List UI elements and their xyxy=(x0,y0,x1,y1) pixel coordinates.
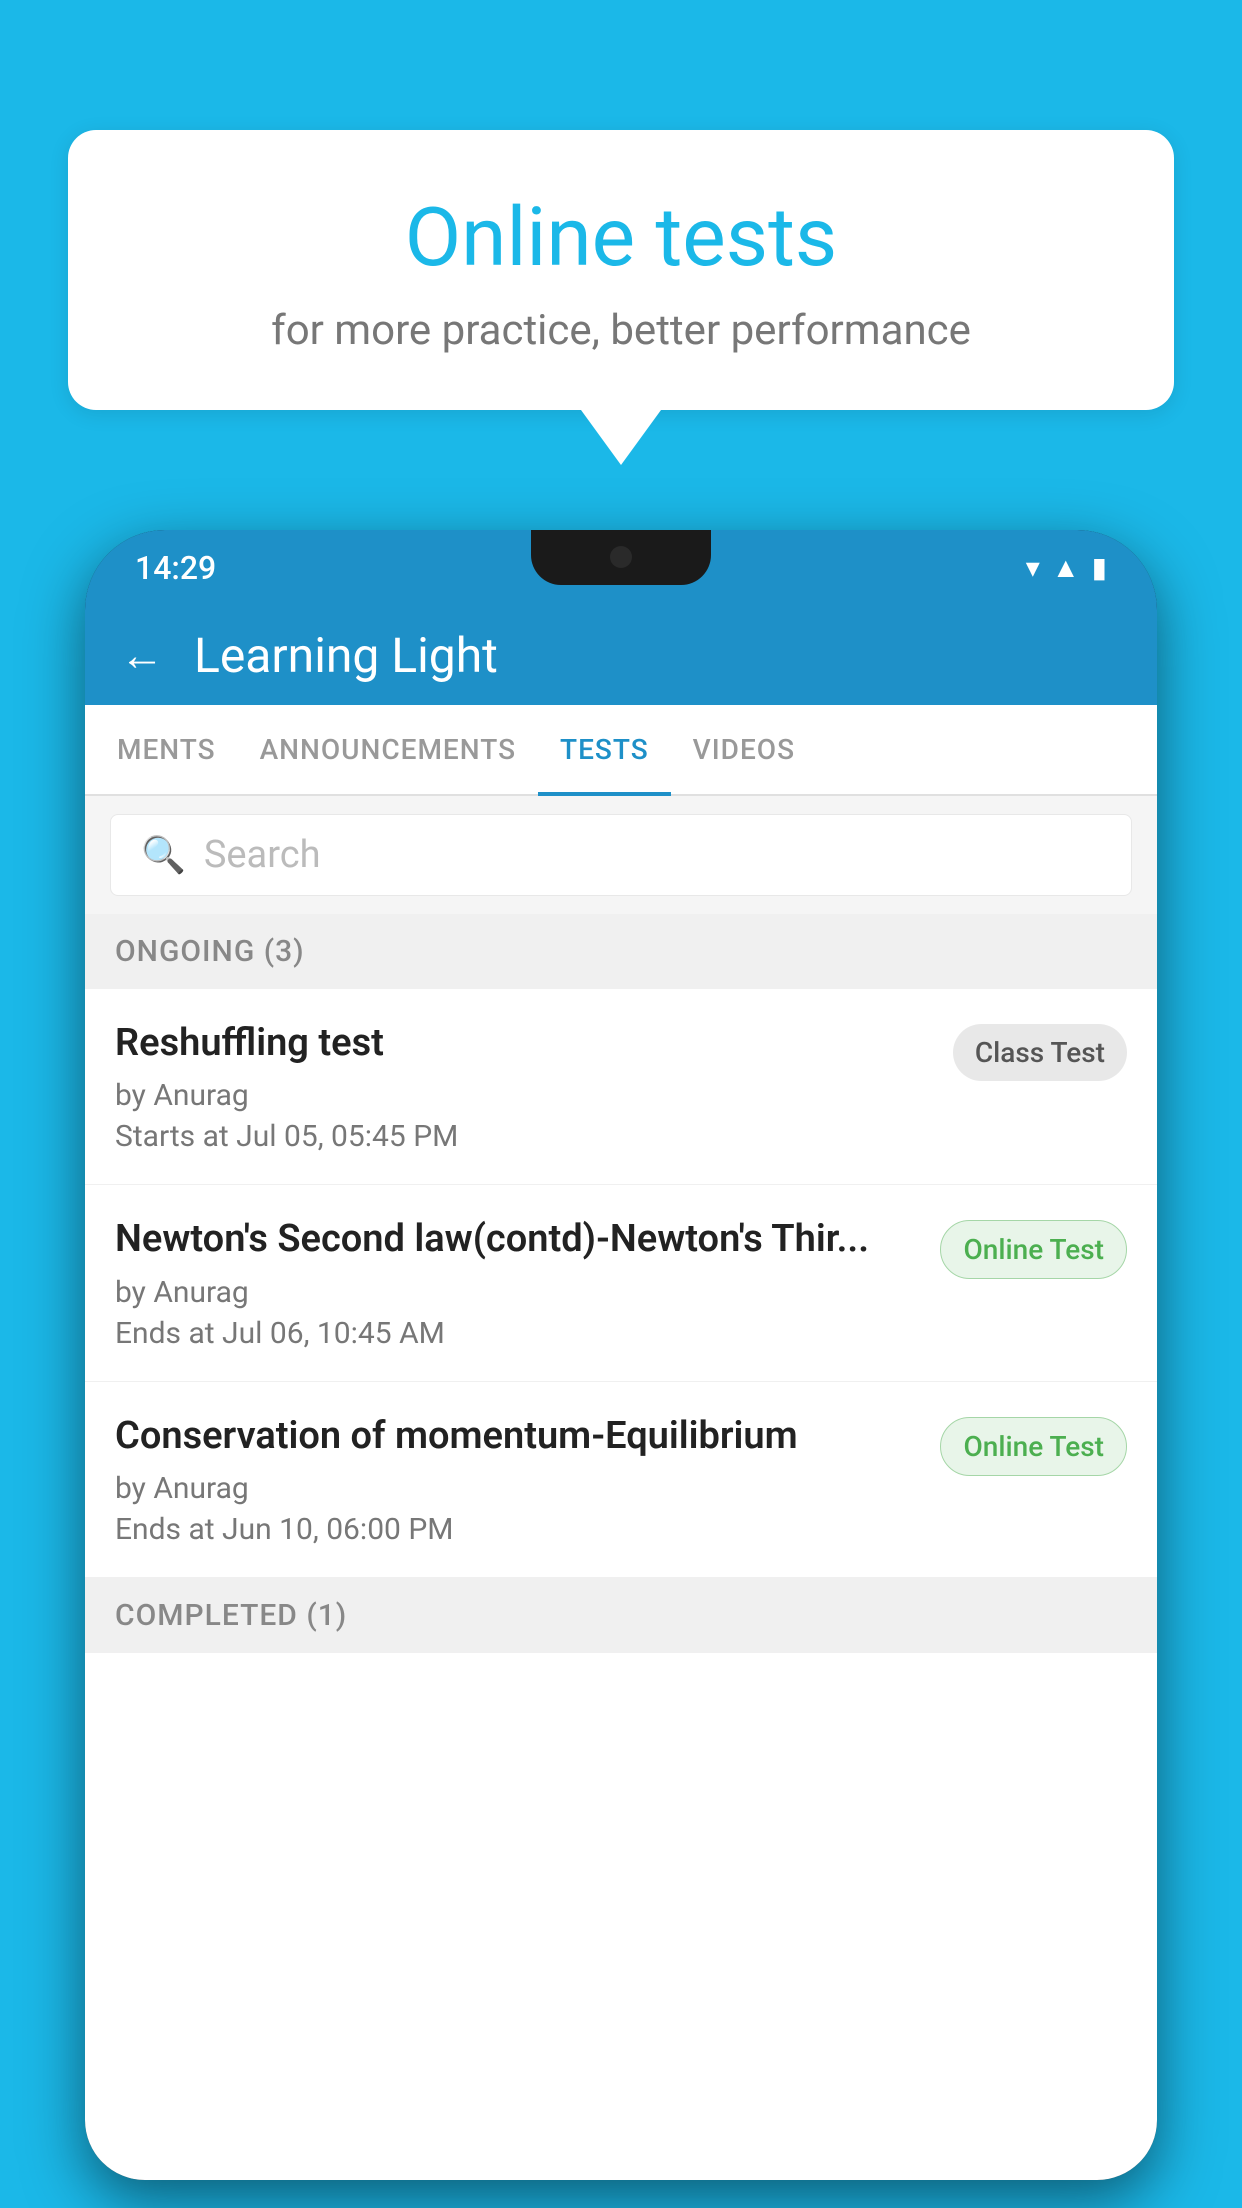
app-title: Learning Light xyxy=(194,627,498,684)
status-icons: ▾ ▲ ▮ xyxy=(1026,551,1107,584)
speech-bubble-tail xyxy=(581,410,661,465)
test-item[interactable]: Reshuffling test by Anurag Starts at Jul… xyxy=(85,989,1157,1185)
test-info: Reshuffling test by Anurag Starts at Jul… xyxy=(115,1019,953,1154)
test-author: by Anurag xyxy=(115,1078,933,1113)
app-header: ← Learning Light xyxy=(85,605,1157,705)
back-button[interactable]: ← xyxy=(120,629,164,681)
wifi-icon: ▾ xyxy=(1026,551,1040,584)
speech-bubble: Online tests for more practice, better p… xyxy=(68,130,1174,410)
test-name: Reshuffling test xyxy=(115,1019,933,1068)
bubble-subtitle: for more practice, better performance xyxy=(118,306,1124,355)
search-icon: 🔍 xyxy=(141,834,186,876)
test-name: Newton's Second law(contd)-Newton's Thir… xyxy=(115,1215,920,1264)
signal-icon: ▲ xyxy=(1052,551,1080,584)
status-time: 14:29 xyxy=(135,549,216,587)
test-info: Conservation of momentum-Equilibrium by … xyxy=(115,1412,940,1547)
test-author: by Anurag xyxy=(115,1275,920,1310)
tab-tests[interactable]: TESTS xyxy=(538,705,671,794)
test-author: by Anurag xyxy=(115,1471,920,1506)
test-item[interactable]: Conservation of momentum-Equilibrium by … xyxy=(85,1382,1157,1578)
test-time: Ends at Jun 10, 06:00 PM xyxy=(115,1512,920,1547)
speech-bubble-section: Online tests for more practice, better p… xyxy=(68,130,1174,465)
phone-frame: 14:29 ▾ ▲ ▮ ← Learning Light MENTS ANNOU… xyxy=(85,530,1157,2180)
search-placeholder: Search xyxy=(204,833,321,877)
tab-ments[interactable]: MENTS xyxy=(95,705,238,794)
search-container: 🔍 Search xyxy=(85,796,1157,914)
bubble-title: Online tests xyxy=(118,190,1124,286)
phone-notch xyxy=(531,530,711,585)
test-item[interactable]: Newton's Second law(contd)-Newton's Thir… xyxy=(85,1185,1157,1381)
tab-videos[interactable]: VIDEOS xyxy=(671,705,817,794)
phone-container: 14:29 ▾ ▲ ▮ ← Learning Light MENTS ANNOU… xyxy=(85,530,1157,2208)
completed-section-header: COMPLETED (1) xyxy=(85,1578,1157,1653)
tabs-container: MENTS ANNOUNCEMENTS TESTS VIDEOS xyxy=(85,705,1157,796)
ongoing-section-header: ONGOING (3) xyxy=(85,914,1157,989)
test-time: Ends at Jul 06, 10:45 AM xyxy=(115,1316,920,1351)
online-test-badge: Online Test xyxy=(940,1417,1127,1476)
search-bar[interactable]: 🔍 Search xyxy=(110,814,1132,896)
test-info: Newton's Second law(contd)-Newton's Thir… xyxy=(115,1215,940,1350)
battery-icon: ▮ xyxy=(1092,551,1107,584)
camera xyxy=(610,546,632,568)
class-test-badge: Class Test xyxy=(953,1024,1127,1081)
phone-content: MENTS ANNOUNCEMENTS TESTS VIDEOS 🔍 Searc… xyxy=(85,705,1157,2180)
online-test-badge: Online Test xyxy=(940,1220,1127,1279)
test-name: Conservation of momentum-Equilibrium xyxy=(115,1412,920,1461)
test-list: Reshuffling test by Anurag Starts at Jul… xyxy=(85,989,1157,1578)
tab-announcements[interactable]: ANNOUNCEMENTS xyxy=(238,705,538,794)
test-time: Starts at Jul 05, 05:45 PM xyxy=(115,1119,933,1154)
